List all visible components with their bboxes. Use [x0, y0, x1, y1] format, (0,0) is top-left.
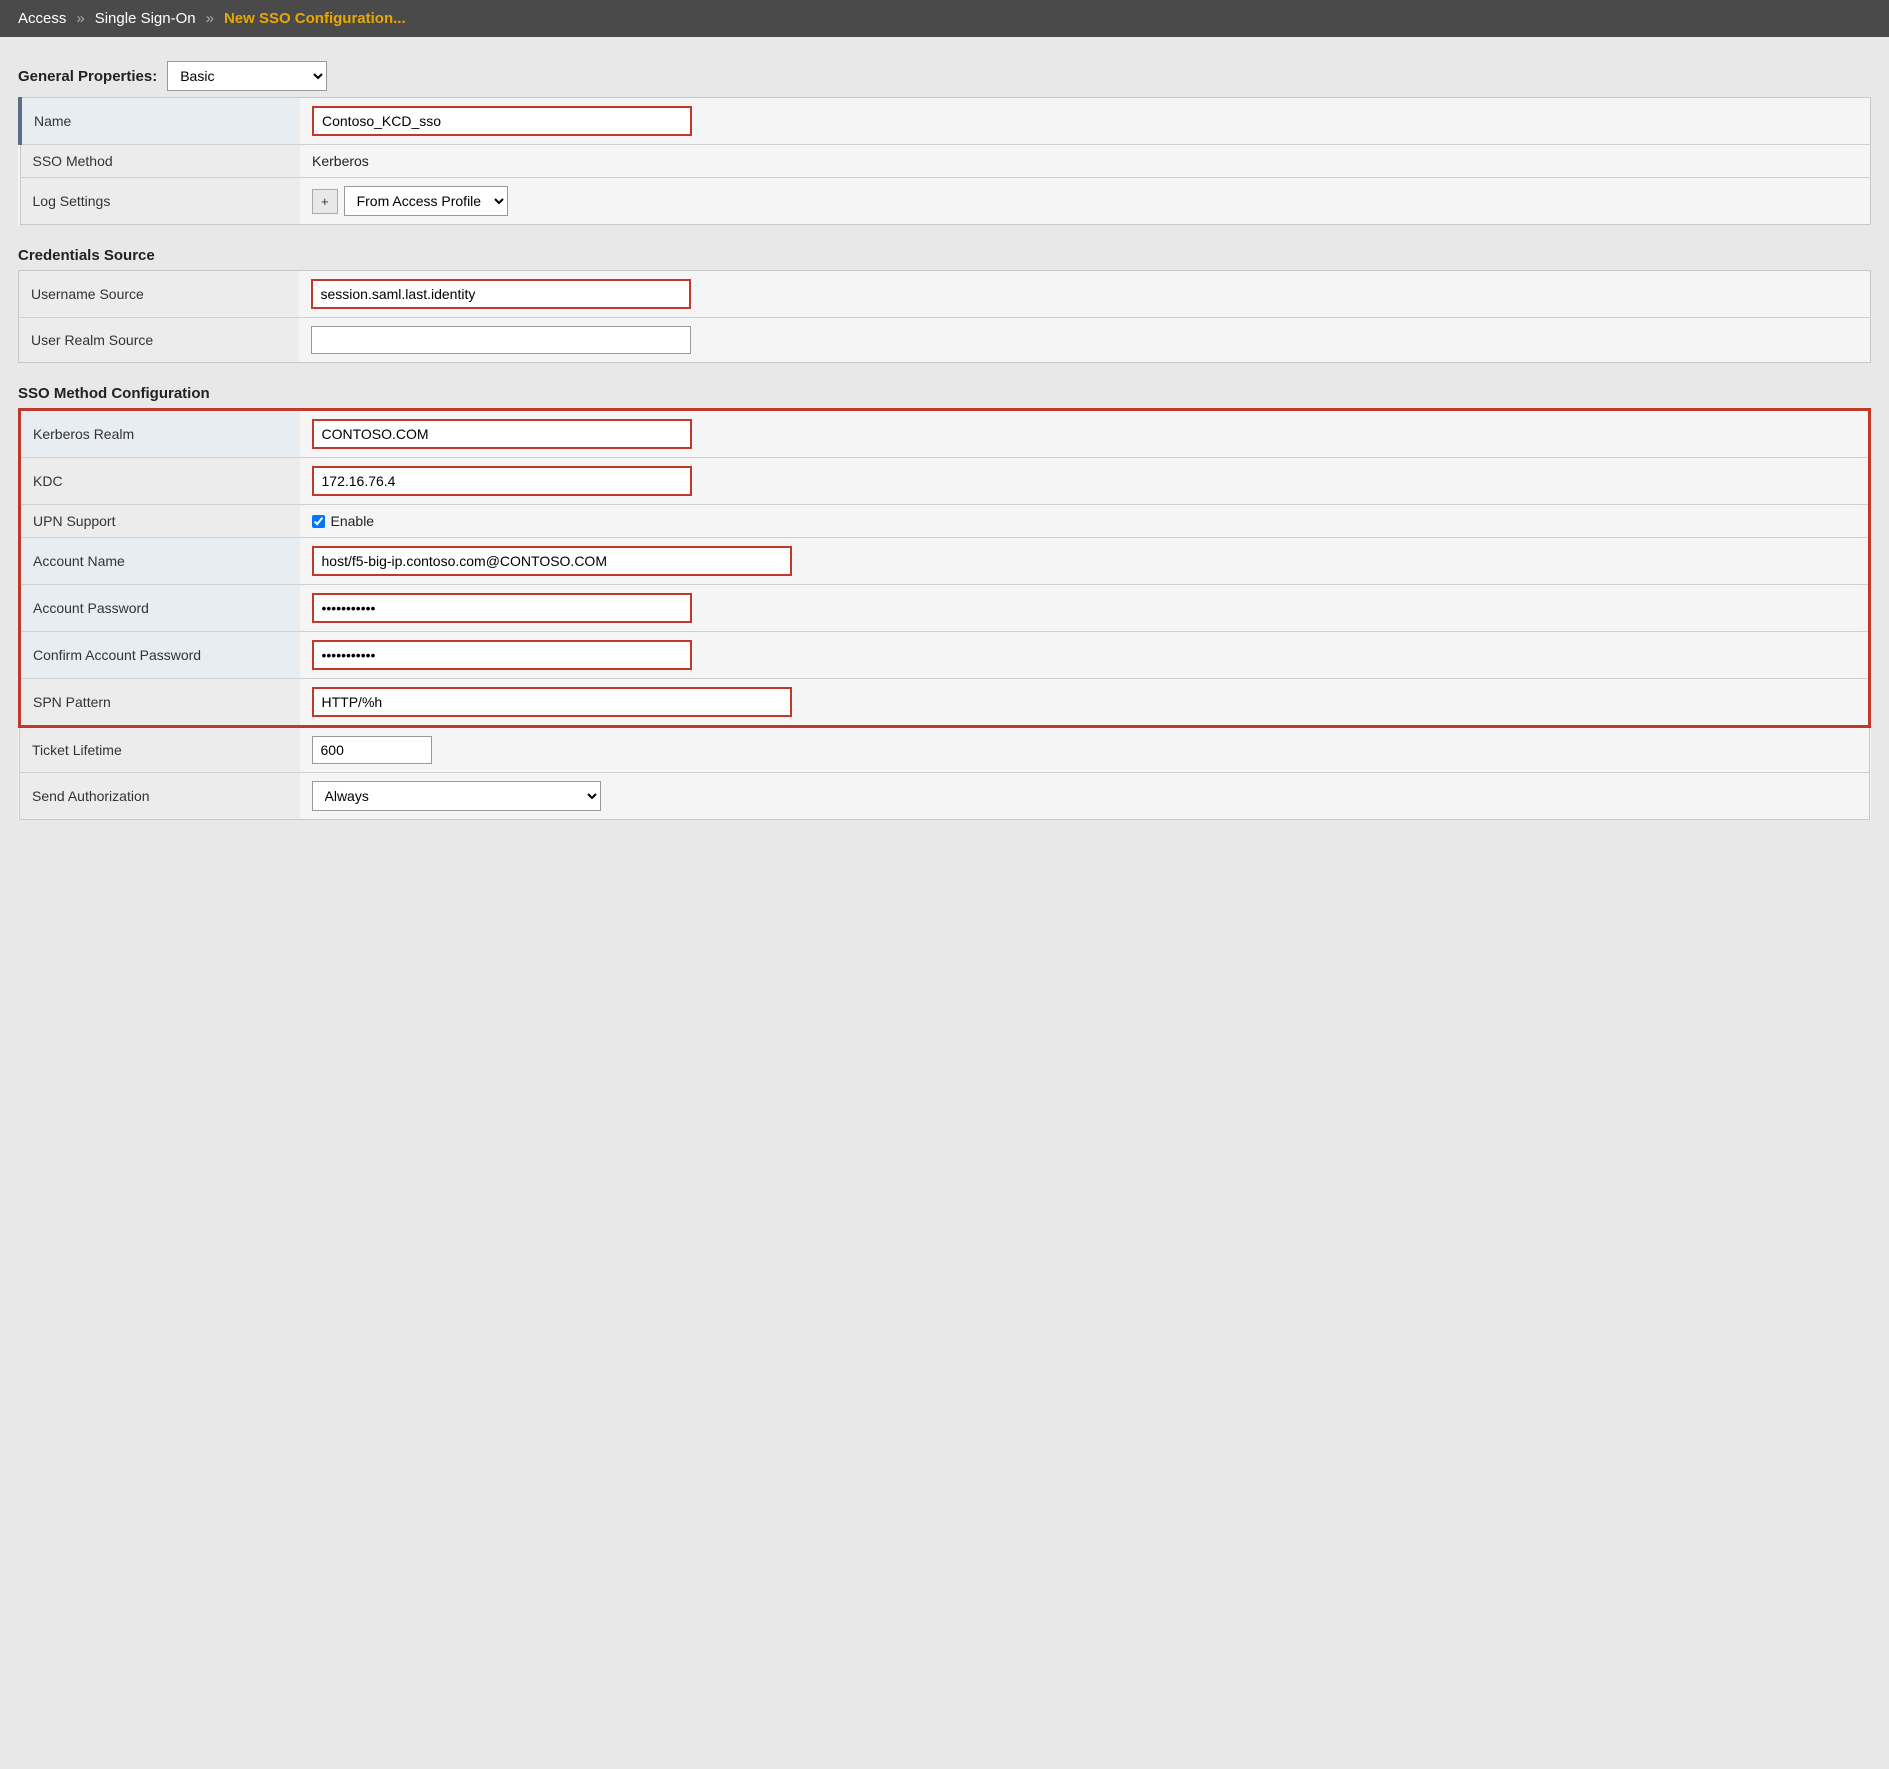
kdc-row: KDC: [20, 458, 1870, 505]
kdc-input[interactable]: [312, 466, 692, 496]
upn-support-label: UPN Support: [20, 505, 300, 538]
kerberos-realm-input[interactable]: [312, 419, 692, 449]
main-content: General Properties: Basic Advanced Name …: [0, 37, 1889, 838]
spn-pattern-label: SPN Pattern: [20, 679, 300, 727]
username-source-cell: [299, 271, 1871, 318]
user-realm-source-input[interactable]: [311, 326, 691, 354]
spn-pattern-cell: [300, 679, 1870, 727]
kdc-label: KDC: [20, 458, 300, 505]
account-password-cell: [300, 585, 1870, 632]
account-password-input[interactable]: [312, 593, 692, 623]
sso-method-row: SSO Method Kerberos: [20, 145, 1871, 178]
upn-support-checkbox-label: Enable: [331, 513, 375, 529]
name-row: Name: [20, 98, 1871, 145]
ticket-lifetime-cell: [300, 727, 1870, 773]
sso-method-config-label: SSO Method Configuration: [18, 385, 210, 402]
name-input[interactable]: [312, 106, 692, 136]
general-properties-dropdown[interactable]: Basic Advanced: [167, 61, 327, 91]
credentials-source-label: Credentials Source: [18, 247, 155, 264]
sso-method-config-table: Kerberos Realm KDC UPN Support Enable Ac…: [18, 408, 1871, 820]
upn-support-cell: Enable: [300, 505, 1870, 538]
account-name-row: Account Name: [20, 538, 1870, 585]
log-settings-label: Log Settings: [20, 178, 300, 225]
name-label: Name: [20, 98, 300, 145]
general-properties-label: General Properties:: [18, 68, 157, 85]
upn-support-checkbox-row: Enable: [312, 513, 1857, 529]
log-settings-row: Log Settings + From Access Profile None …: [20, 178, 1871, 225]
kerberos-realm-row: Kerberos Realm: [20, 410, 1870, 458]
breadcrumb-sso: Single Sign-On: [95, 10, 196, 27]
send-authorization-label: Send Authorization: [20, 773, 300, 820]
confirm-account-password-cell: [300, 632, 1870, 679]
account-password-label: Account Password: [20, 585, 300, 632]
send-authorization-cell: Always On 401 On 401 with WWW-Authentica…: [300, 773, 1870, 820]
username-source-row: Username Source: [19, 271, 1871, 318]
confirm-account-password-input[interactable]: [312, 640, 692, 670]
separator2: »: [206, 10, 214, 27]
username-source-input[interactable]: [311, 279, 691, 309]
log-settings-dropdown[interactable]: From Access Profile None Custom: [344, 186, 508, 216]
kdc-cell: [300, 458, 1870, 505]
log-settings-row-inner: + From Access Profile None Custom: [312, 186, 1858, 216]
top-bar: Access » Single Sign-On » New SSO Config…: [0, 0, 1889, 37]
account-name-input[interactable]: [312, 546, 792, 576]
user-realm-source-row: User Realm Source: [19, 318, 1871, 363]
sso-method-label: SSO Method: [20, 145, 300, 178]
kerberos-realm-label: Kerberos Realm: [20, 410, 300, 458]
sso-method-value: Kerberos: [300, 145, 1871, 178]
spn-pattern-input[interactable]: [312, 687, 792, 717]
account-name-label: Account Name: [20, 538, 300, 585]
confirm-account-password-label: Confirm Account Password: [20, 632, 300, 679]
username-source-label: Username Source: [19, 271, 299, 318]
upn-support-row: UPN Support Enable: [20, 505, 1870, 538]
general-properties-header: General Properties: Basic Advanced: [18, 61, 1871, 91]
log-settings-plus-button[interactable]: +: [312, 189, 338, 214]
upn-support-checkbox[interactable]: [312, 515, 325, 528]
send-authorization-row: Send Authorization Always On 401 On 401 …: [20, 773, 1870, 820]
user-realm-source-cell: [299, 318, 1871, 363]
general-properties-table: Name SSO Method Kerberos Log Settings + …: [18, 97, 1871, 225]
confirm-account-password-row: Confirm Account Password: [20, 632, 1870, 679]
separator1: »: [76, 10, 84, 27]
user-realm-source-label: User Realm Source: [19, 318, 299, 363]
log-settings-cell: + From Access Profile None Custom: [300, 178, 1871, 225]
ticket-lifetime-label: Ticket Lifetime: [20, 727, 300, 773]
account-password-row: Account Password: [20, 585, 1870, 632]
ticket-lifetime-row: Ticket Lifetime: [20, 727, 1870, 773]
credentials-source-table: Username Source User Realm Source: [18, 270, 1871, 363]
credentials-source-header: Credentials Source: [18, 247, 1871, 264]
sso-method-config-header: SSO Method Configuration: [18, 385, 1871, 402]
account-name-cell: [300, 538, 1870, 585]
spn-pattern-row: SPN Pattern: [20, 679, 1870, 727]
send-authorization-dropdown[interactable]: Always On 401 On 401 with WWW-Authentica…: [312, 781, 601, 811]
ticket-lifetime-input[interactable]: [312, 736, 432, 764]
breadcrumb-access: Access: [18, 10, 66, 27]
breadcrumb-new-sso: New SSO Configuration...: [224, 10, 406, 27]
name-value-cell: [300, 98, 1871, 145]
kerberos-realm-cell: [300, 410, 1870, 458]
